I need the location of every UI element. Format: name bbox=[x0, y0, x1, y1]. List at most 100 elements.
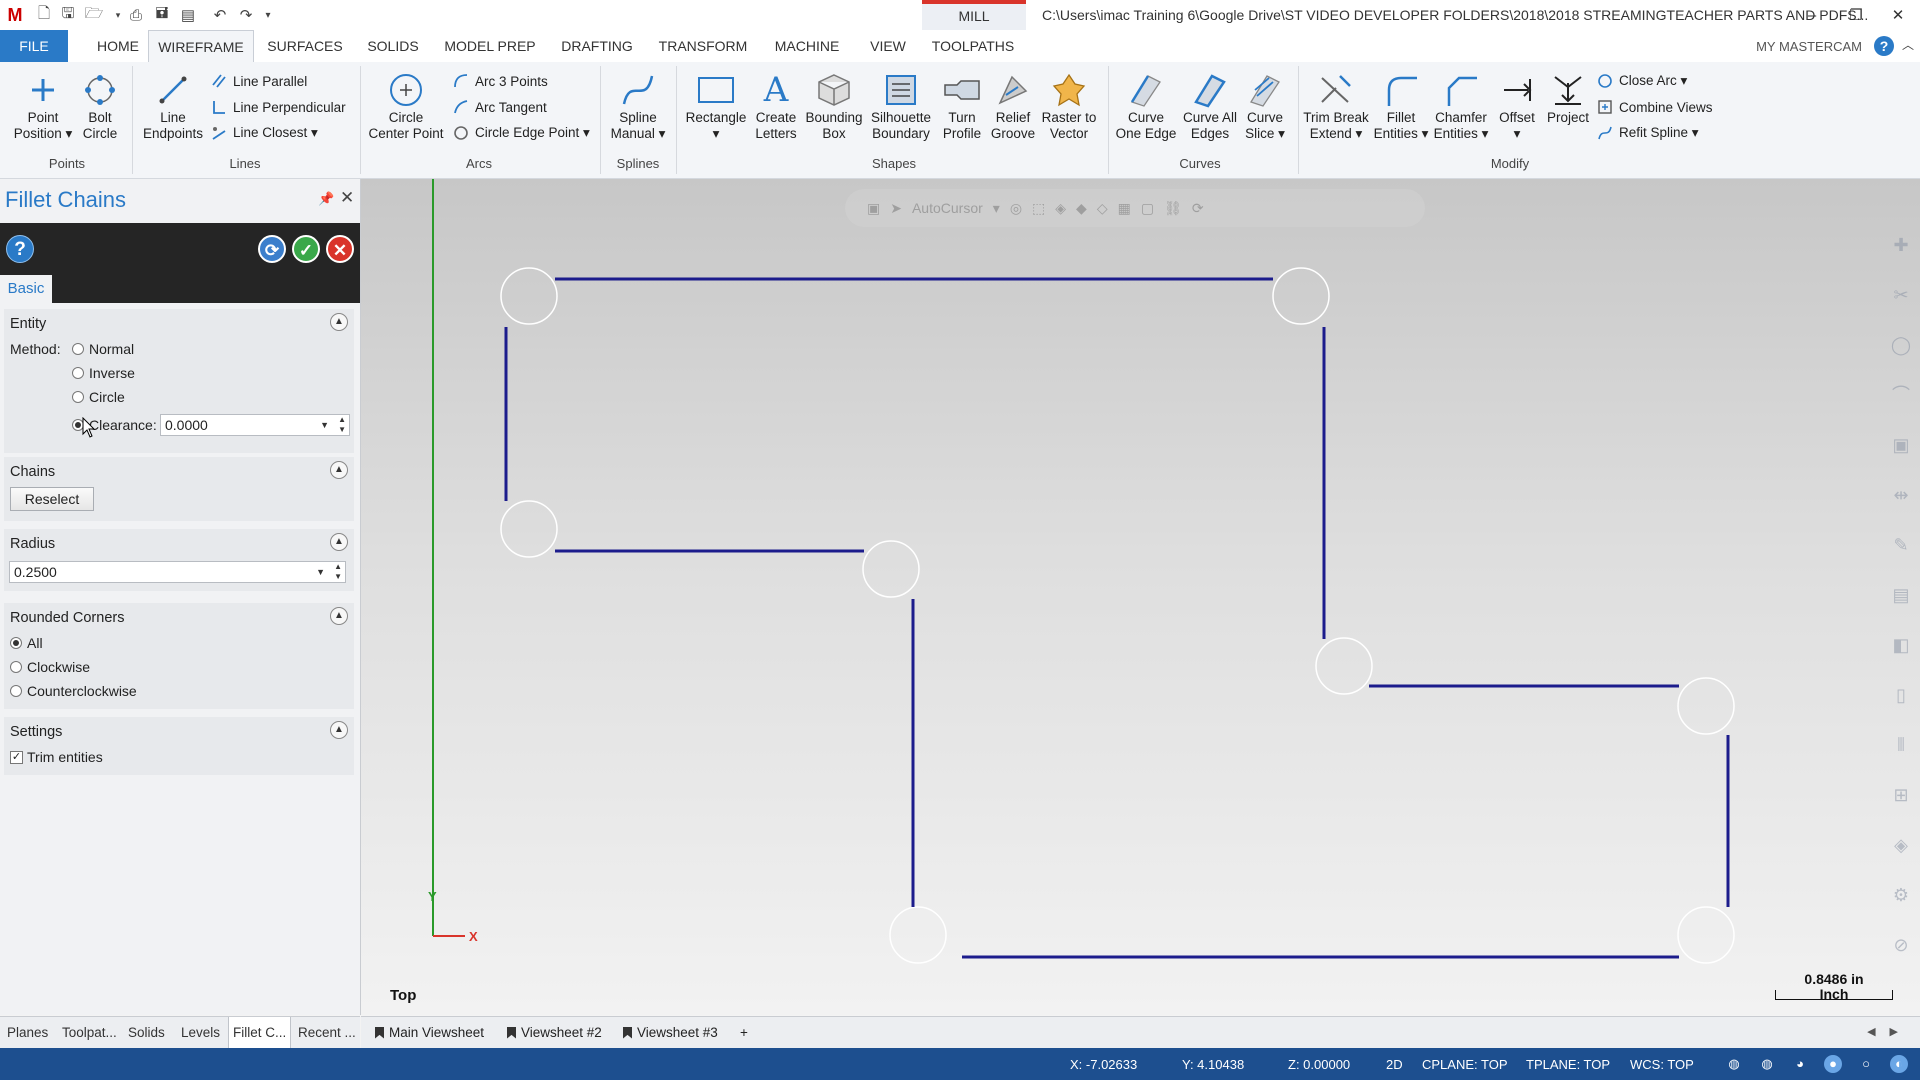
open-dropdown-icon[interactable]: ▾ bbox=[108, 5, 128, 25]
customize-quick-access-icon[interactable]: ▾ bbox=[258, 5, 278, 25]
tab-toolpaths[interactable]: TOOLPATHS bbox=[926, 30, 1020, 62]
ok-button[interactable]: ✓ bbox=[292, 235, 320, 263]
chevron-up-icon[interactable]: ▲ bbox=[330, 533, 348, 551]
tab-view[interactable]: VIEW bbox=[862, 30, 914, 62]
tab-model-prep[interactable]: MODEL PREP bbox=[440, 30, 540, 62]
create-letters-button[interactable]: A Create Letters bbox=[750, 70, 802, 150]
close-icon[interactable]: ✕ bbox=[340, 188, 354, 208]
graphics-viewport[interactable]: Y X ▣ ➤ AutoCursor ▾ ◎ ⬚ ◈ ◆ ◇ ▦ ▢ ⛓ ⟳ T… bbox=[361, 179, 1920, 1015]
shaded-globe-icon[interactable]: ◕ bbox=[1791, 1055, 1809, 1073]
circle-tool-icon[interactable]: ◯ bbox=[1889, 333, 1913, 357]
new-file-icon[interactable]: 🗋 bbox=[34, 5, 54, 25]
line-perpendicular-button[interactable]: Line Perpendicular bbox=[210, 96, 346, 118]
tab-planes[interactable]: Planes bbox=[7, 1025, 48, 1040]
chamfer-entities-button[interactable]: Chamfer Entities ▾ bbox=[1430, 70, 1492, 150]
mode-2d-toggle[interactable]: 2D bbox=[1386, 1057, 1403, 1072]
open-folder-icon[interactable]: 🗁 bbox=[84, 5, 104, 25]
line-closest-button[interactable]: Line Closest ▾ bbox=[210, 122, 318, 144]
tab-basic[interactable]: Basic bbox=[0, 275, 52, 303]
point-position-button[interactable]: Point Position ▾ bbox=[8, 70, 78, 150]
face-select-icon[interactable]: ◇ bbox=[1097, 200, 1108, 217]
fillet-preview-arc[interactable] bbox=[500, 267, 558, 325]
spline-manual-button[interactable]: Spline Manual ▾ bbox=[606, 70, 670, 150]
combine-views-button[interactable]: Combine Views bbox=[1596, 96, 1713, 118]
method-normal-radio[interactable]: Normal bbox=[72, 341, 134, 357]
silhouette-boundary-button[interactable]: Silhouette Boundary bbox=[866, 70, 936, 150]
raster-to-vector-button[interactable]: Raster to Vector bbox=[1038, 70, 1100, 150]
chevron-down-icon[interactable]: ▾ bbox=[993, 200, 1000, 217]
mastercam-logo-icon[interactable]: M bbox=[4, 4, 26, 26]
fillet-preview-arc[interactable] bbox=[889, 906, 947, 964]
globe-wire-icon[interactable]: ◍ bbox=[1758, 1055, 1776, 1073]
fillet-preview-arc[interactable] bbox=[500, 500, 558, 558]
cursor-icon[interactable]: ➤ bbox=[890, 200, 902, 217]
cancel-button[interactable]: ✕ bbox=[326, 235, 354, 263]
fillet-entities-button[interactable]: Fillet Entities ▾ bbox=[1372, 70, 1430, 150]
no-entry-icon[interactable]: ⊘ bbox=[1889, 933, 1913, 957]
globe-icon[interactable]: ◍ bbox=[1725, 1055, 1743, 1073]
save-as-icon[interactable]: 🖬 bbox=[152, 5, 172, 25]
tab-recent[interactable]: Recent ... bbox=[298, 1025, 356, 1040]
vertical-tool-icon[interactable]: ⫴ bbox=[1889, 733, 1913, 757]
autocursor-dropdown[interactable]: AutoCursor bbox=[912, 200, 983, 216]
tab-solids[interactable]: SOLIDS bbox=[360, 30, 426, 62]
dropdown-arrow-icon[interactable]: ▼ bbox=[320, 415, 329, 435]
fillet-preview-arc[interactable] bbox=[1272, 267, 1330, 325]
tplane-selector[interactable]: TPLANE: TOP bbox=[1526, 1057, 1610, 1072]
undo-icon[interactable]: ↶ bbox=[210, 5, 230, 25]
arc-tangent-button[interactable]: Arc Tangent bbox=[452, 96, 547, 118]
refresh-icon[interactable]: ⟳ bbox=[1192, 200, 1204, 217]
outline-sphere-icon[interactable]: ○ bbox=[1857, 1055, 1875, 1073]
tab-viewsheet-3[interactable]: Viewsheet #3 bbox=[623, 1025, 718, 1040]
brush-tool-icon[interactable]: ✎ bbox=[1889, 533, 1913, 557]
tab-main-viewsheet[interactable]: Main Viewsheet bbox=[375, 1025, 484, 1040]
tab-solids-manager[interactable]: Solids bbox=[128, 1025, 165, 1040]
circle-center-point-button[interactable]: Circle Center Point bbox=[366, 70, 446, 150]
analyze-tool-icon[interactable]: ▣ bbox=[1889, 433, 1913, 457]
cplane-selector[interactable]: CPLANE: TOP bbox=[1422, 1057, 1508, 1072]
transparency-icon[interactable]: ◐ bbox=[1890, 1055, 1908, 1073]
tab-home[interactable]: HOME bbox=[88, 30, 148, 62]
tab-wireframe[interactable]: WIREFRAME bbox=[148, 30, 254, 63]
layers-tool-icon[interactable]: ◧ bbox=[1889, 633, 1913, 657]
wireframe-geometry[interactable]: Y X bbox=[361, 179, 1920, 1015]
merge-icon[interactable]: ▤ bbox=[178, 5, 198, 25]
line-parallel-button[interactable]: Line Parallel bbox=[210, 70, 307, 92]
close-window-icon[interactable]: ✕ bbox=[1886, 4, 1910, 26]
grid-tool-icon[interactable]: ⊞ bbox=[1889, 783, 1913, 807]
page-tool-icon[interactable]: ▯ bbox=[1889, 683, 1913, 707]
tab-levels[interactable]: Levels bbox=[181, 1025, 220, 1040]
trim-tool-icon[interactable]: ✂ bbox=[1889, 283, 1913, 307]
print-icon[interactable]: ⎙ bbox=[126, 5, 146, 25]
circle-edge-point-button[interactable]: Circle Edge Point ▾ bbox=[452, 122, 590, 144]
dimension-tool-icon[interactable]: ⇹ bbox=[1889, 483, 1913, 507]
corners-clockwise-radio[interactable]: Clockwise bbox=[10, 659, 90, 675]
tab-scroll-arrows[interactable]: ◀▶ bbox=[1867, 1025, 1912, 1038]
fillet-preview-arc[interactable] bbox=[1315, 637, 1373, 695]
tab-surfaces[interactable]: SURFACES bbox=[262, 30, 348, 62]
spinner-icon[interactable]: ▲ ▼ bbox=[334, 562, 342, 582]
wcs-selector[interactable]: WCS: TOP bbox=[1630, 1057, 1694, 1072]
restore-icon[interactable]: ❐ bbox=[1844, 4, 1868, 26]
clearance-input[interactable]: 0.0000 ▼ ▲ ▼ bbox=[160, 414, 350, 436]
spinner-icon[interactable]: ▲ ▼ bbox=[338, 415, 346, 435]
shaded-sphere-icon[interactable]: ● bbox=[1824, 1055, 1842, 1073]
refit-spline-button[interactable]: Refit Spline ▾ bbox=[1596, 122, 1699, 144]
relief-groove-button[interactable]: Relief Groove bbox=[988, 70, 1038, 150]
tab-drafting[interactable]: DRAFTING bbox=[556, 30, 638, 62]
radius-input[interactable]: 0.2500 ▼ ▲ ▼ bbox=[9, 561, 346, 583]
fillet-preview-arc[interactable] bbox=[1677, 906, 1735, 964]
save-icon[interactable]: 🖫 bbox=[58, 5, 78, 25]
selection-toolbar[interactable]: ▣ ➤ AutoCursor ▾ ◎ ⬚ ◈ ◆ ◇ ▦ ▢ ⛓ ⟳ bbox=[845, 189, 1425, 227]
zoom-plus-icon[interactable]: ✚ bbox=[1889, 233, 1913, 257]
bolt-circle-button[interactable]: Bolt Circle bbox=[78, 70, 122, 150]
trim-break-extend-button[interactable]: Trim Break Extend ▾ bbox=[1302, 70, 1370, 150]
tab-viewsheet-2[interactable]: Viewsheet #2 bbox=[507, 1025, 602, 1040]
curve-slice-button[interactable]: Curve Slice ▾ bbox=[1240, 70, 1290, 150]
select-icon[interactable]: ⬚ bbox=[1032, 200, 1045, 217]
chain-icon[interactable]: ⛓ bbox=[1164, 200, 1182, 217]
settings-tool-icon[interactable]: ⚙ bbox=[1889, 883, 1913, 907]
chevron-up-icon[interactable]: ▲ bbox=[330, 313, 348, 331]
corners-counterclockwise-radio[interactable]: Counterclockwise bbox=[10, 683, 137, 699]
rectangle-button[interactable]: Rectangle ▾ bbox=[682, 70, 750, 150]
